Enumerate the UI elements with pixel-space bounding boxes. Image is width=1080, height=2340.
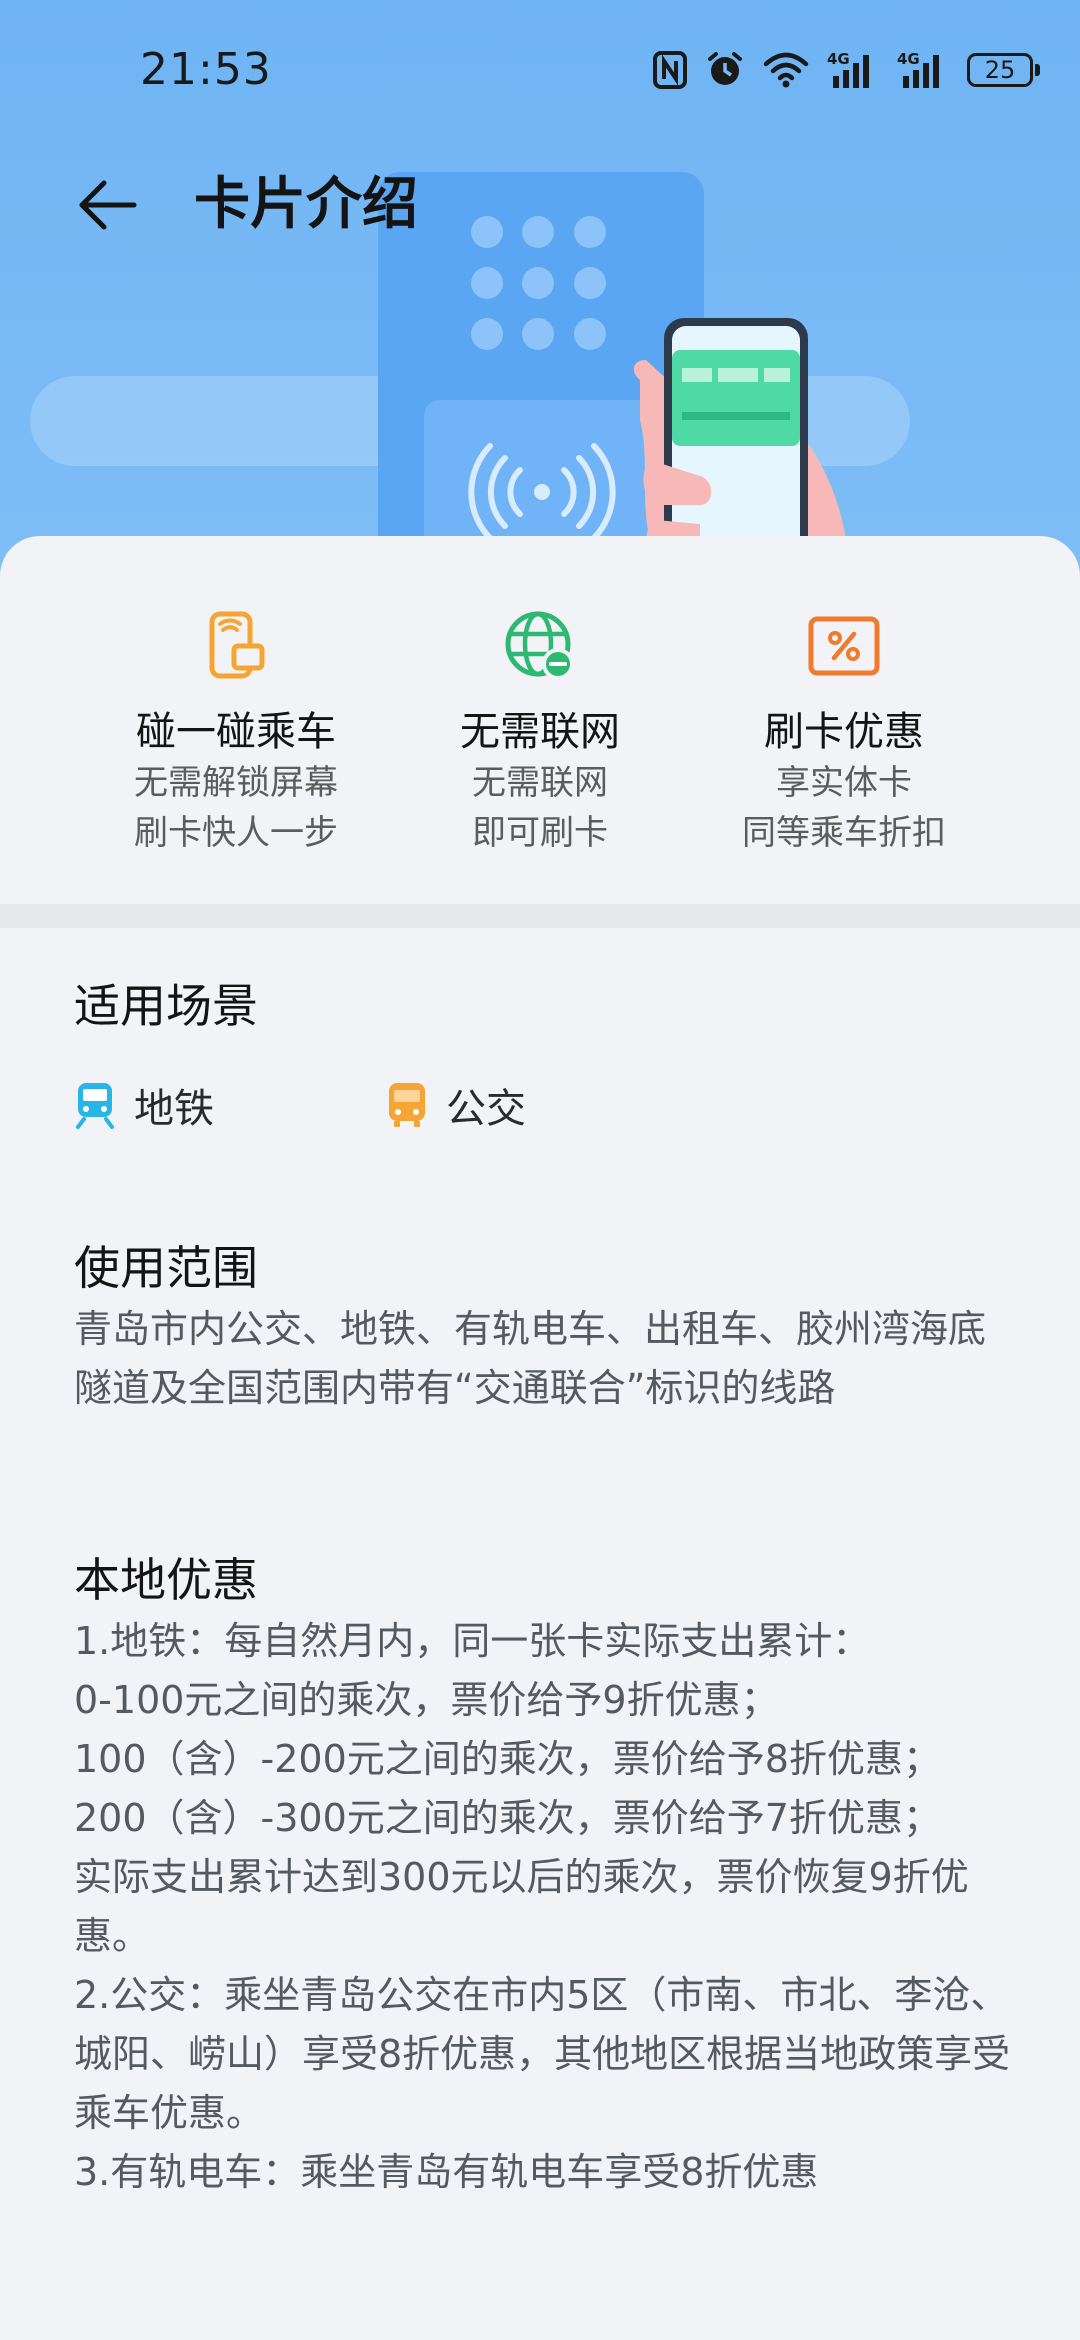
metro-icon bbox=[76, 1083, 114, 1129]
feature-card-discount: 刷卡优惠 享实体卡 同等乘车折扣 bbox=[694, 608, 994, 858]
nfc-icon bbox=[653, 51, 687, 89]
alarm-icon bbox=[705, 50, 745, 90]
scene-label: 地铁 bbox=[134, 1086, 214, 1132]
offer-line: 1.地铁：每自然月内，同一张卡实际支出累计： bbox=[74, 1619, 871, 1663]
battery-icon: 25 bbox=[967, 53, 1040, 87]
status-icons: 4G 4G 25 bbox=[653, 48, 1040, 92]
status-time: 21:53 bbox=[140, 44, 272, 95]
offer-line: 2.公交：乘坐青岛公交在市内5区（市南、市北、李沧、城阳、崂山）享受8折优惠，其… bbox=[74, 1973, 1011, 2135]
offer-line: 100（含）-200元之间的乘次，票价给予8折优惠； bbox=[74, 1737, 941, 1781]
phone-tap-icon bbox=[86, 608, 386, 684]
feature-desc-line1: 无需联网 bbox=[472, 763, 608, 803]
feature-desc-line2: 刷卡快人一步 bbox=[134, 813, 338, 853]
back-arrow-icon bbox=[79, 180, 137, 230]
local-offers-text: 1.地铁：每自然月内，同一张卡实际支出累计： 0-100元之间的乘次，票价给予9… bbox=[74, 1612, 1014, 2202]
scope-text: 青岛市内公交、地铁、有轨电车、出租车、胶州湾海底隧道及全国范围内带有“交通联合”… bbox=[74, 1307, 987, 1410]
feature-desc-line2: 即可刷卡 bbox=[472, 813, 608, 853]
offer-line: 3.有轨电车：乘坐青岛有轨电车享受8折优惠 bbox=[74, 2150, 819, 2194]
feature-desc-line1: 享实体卡 bbox=[776, 763, 912, 803]
feature-desc-line1: 无需解锁屏幕 bbox=[134, 763, 338, 803]
cellular-signal-1-icon: 4G bbox=[827, 50, 879, 90]
offer-line: 0-100元之间的乘次，票价给予9折优惠； bbox=[74, 1678, 779, 1722]
wifi-icon bbox=[763, 52, 809, 88]
scene-item-bus: 公交 bbox=[386, 1076, 526, 1134]
page-title: 卡片介绍 bbox=[194, 172, 418, 237]
hero-banner: 21:53 4G 4G 25 卡片介绍 bbox=[0, 0, 1080, 600]
battery-level: 25 bbox=[967, 53, 1033, 87]
svg-text:4G: 4G bbox=[897, 50, 920, 68]
offer-line: 实际支出累计达到300元以后的乘次，票价恢复9折优惠。 bbox=[74, 1855, 969, 1958]
feature-name: 刷卡优惠 bbox=[764, 709, 924, 755]
scene-label: 公交 bbox=[446, 1086, 526, 1132]
status-bar: 21:53 4G 4G 25 bbox=[0, 0, 1080, 140]
scenes-title: 适用场景 bbox=[74, 979, 258, 1033]
local-offers-title: 本地优惠 bbox=[74, 1553, 258, 1607]
bus-icon bbox=[389, 1083, 425, 1127]
scene-item-metro: 地铁 bbox=[74, 1076, 214, 1134]
svg-text:4G: 4G bbox=[827, 50, 850, 68]
feature-desc-line2: 同等乘车折扣 bbox=[742, 813, 946, 853]
section-divider bbox=[0, 904, 1080, 928]
features-panel: 碰一碰乘车 无需解锁屏幕 刷卡快人一步 无需联网 无需联网 即可刷卡 刷卡优惠 … bbox=[0, 536, 1080, 904]
offer-line: 200（含）-300元之间的乘次，票价给予7折优惠； bbox=[74, 1796, 941, 1840]
back-button[interactable] bbox=[66, 170, 146, 240]
discount-icon bbox=[694, 608, 994, 684]
globe-offline-icon bbox=[390, 608, 690, 684]
cellular-signal-2-icon: 4G bbox=[897, 50, 949, 90]
feature-name: 无需联网 bbox=[460, 709, 620, 755]
card-details: 适用场景 地铁 公交 使用范围 青岛市内公交、地铁、有轨电车、出租车、胶州湾海底… bbox=[0, 928, 1080, 2340]
scope-title: 使用范围 bbox=[74, 1241, 258, 1295]
feature-no-network: 无需联网 无需联网 即可刷卡 bbox=[390, 608, 690, 858]
feature-tap-to-ride: 碰一碰乘车 无需解锁屏幕 刷卡快人一步 bbox=[86, 608, 386, 858]
feature-name: 碰一碰乘车 bbox=[136, 709, 336, 755]
